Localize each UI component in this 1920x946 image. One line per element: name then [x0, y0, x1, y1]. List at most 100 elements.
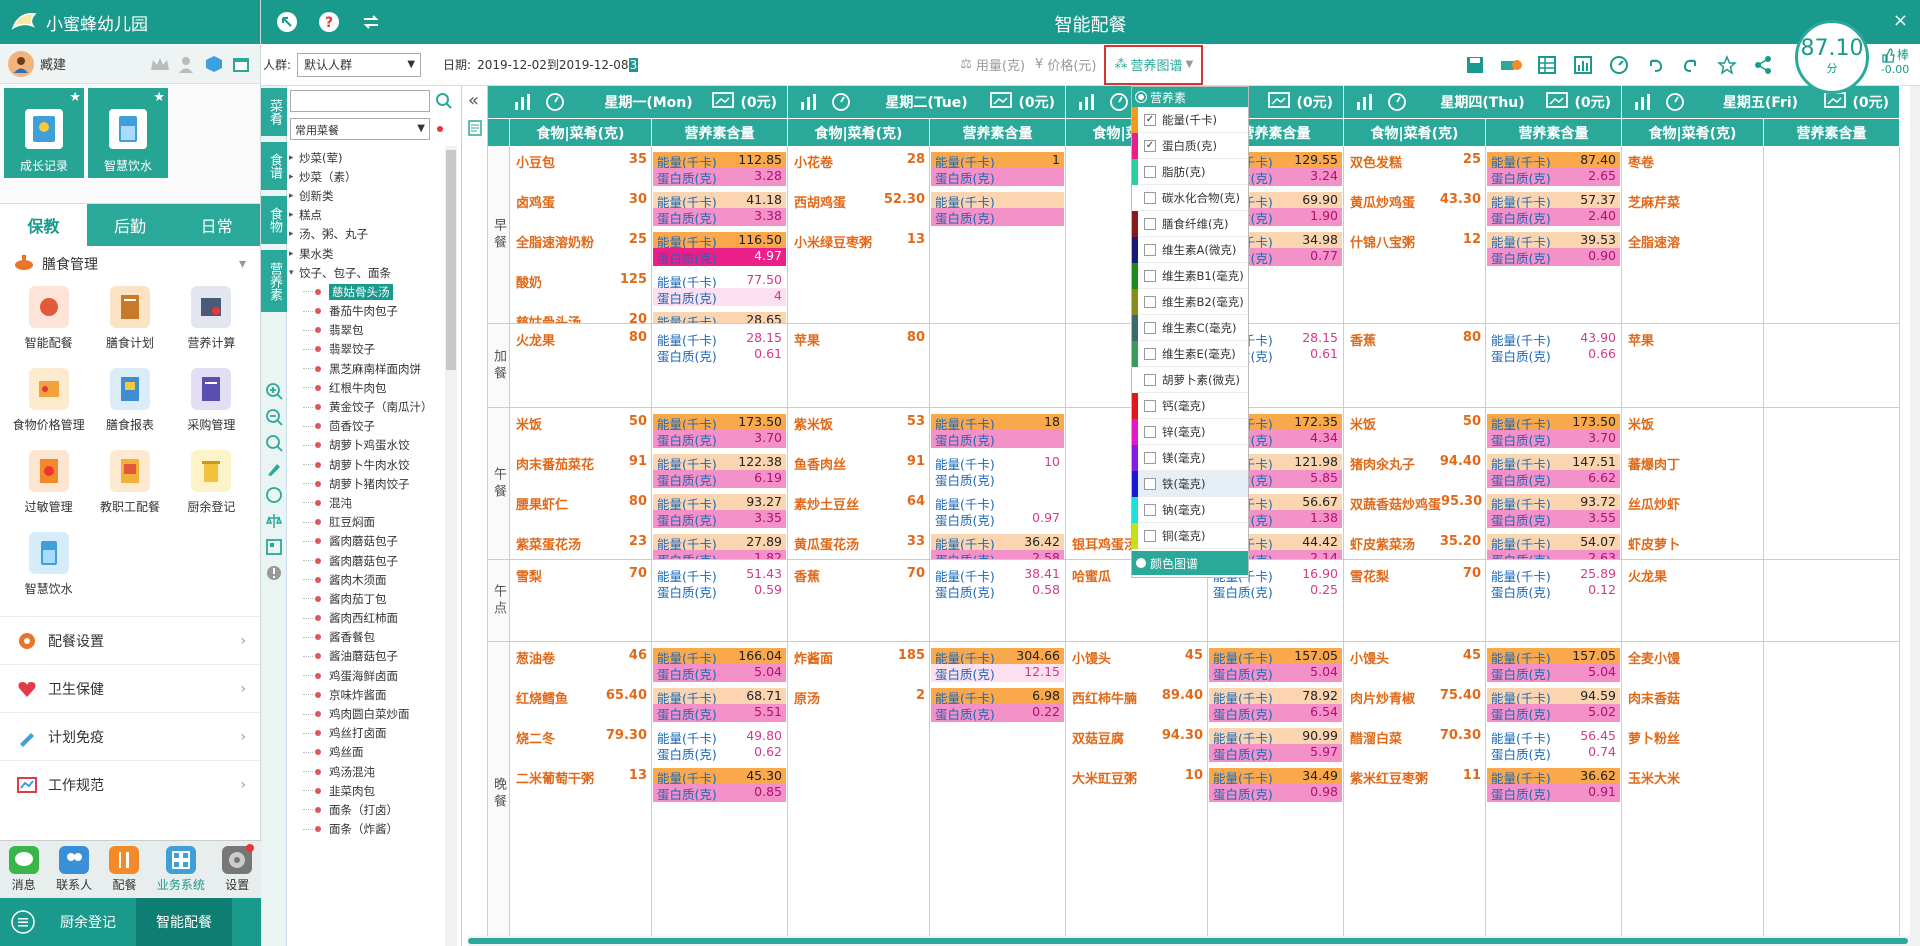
- food-item[interactable]: 米饭 50: [516, 414, 647, 433]
- food-cell[interactable]: 枣卷 芝麻芹菜 全脂速溶: [1622, 146, 1764, 324]
- food-item[interactable]: 全麦小馒: [1628, 648, 1759, 667]
- caret-right-icon[interactable]: ▸: [289, 249, 299, 259]
- dropdown-header[interactable]: 营养素: [1132, 87, 1248, 107]
- food-item[interactable]: 米饭 50: [1350, 414, 1481, 433]
- tree-leaf[interactable]: 酱油蘑菇包子: [289, 647, 441, 666]
- food-item[interactable]: 米饭: [1628, 414, 1759, 433]
- grid-horizontal-scrollbar[interactable]: [468, 936, 1910, 946]
- nutrient-option[interactable]: 铁(毫克): [1132, 471, 1248, 497]
- food-item[interactable]: 葱油卷 46: [516, 648, 647, 667]
- quick-tile-smart-water[interactable]: ★ 智慧饮水: [88, 88, 168, 178]
- caret-right-icon[interactable]: ▸: [289, 210, 299, 220]
- menu-icon[interactable]: [6, 905, 40, 939]
- tree-leaf[interactable]: 胡萝卜牛肉水饺: [289, 455, 441, 474]
- checkbox[interactable]: [1144, 295, 1156, 308]
- brush-icon[interactable]: [264, 459, 284, 479]
- layout-icon[interactable]: [264, 537, 284, 557]
- nutrition-chart-button[interactable]: ⁂ 营养图谱 ▼: [1104, 44, 1204, 85]
- color-chart-option[interactable]: 颜色图谱: [1132, 551, 1248, 575]
- tree-leaf[interactable]: 胡萝卜猪肉饺子: [289, 474, 441, 493]
- food-item[interactable]: 酸奶 125: [516, 272, 647, 291]
- nav-dishes[interactable]: 菜肴: [261, 88, 287, 136]
- food-cell[interactable]: 全麦小馒 肉末香菇 萝卜粉丝 玉米大米: [1622, 642, 1764, 946]
- food-item[interactable]: 原汤 2: [794, 688, 925, 707]
- dish-search-input[interactable]: [290, 90, 430, 112]
- food-item[interactable]: 苹果: [1628, 330, 1759, 349]
- status-tab-kitchen-waste[interactable]: 厨余登记: [40, 898, 136, 946]
- checkbox[interactable]: [1144, 425, 1156, 438]
- food-item[interactable]: 紫菜蛋花汤 23: [516, 534, 647, 553]
- food-cell[interactable]: 炸酱面 185 原汤 2: [788, 642, 930, 946]
- nutrient-option[interactable]: 维生素C(毫克): [1132, 315, 1248, 341]
- tree-leaf[interactable]: 胡萝卜鸡蛋水饺: [289, 436, 441, 455]
- tree-leaf[interactable]: 鸡丝面: [289, 743, 441, 762]
- avatar[interactable]: [8, 50, 34, 77]
- food-cell[interactable]: 苹果: [1622, 324, 1764, 408]
- tree-folder[interactable]: ▸ 果水类: [289, 244, 441, 263]
- food-item[interactable]: 猪肉氽丸子 94.40: [1350, 454, 1481, 473]
- menu-health-care[interactable]: 卫生保健 ›: [0, 664, 260, 712]
- food-cell[interactable]: 香蕉 70: [788, 560, 930, 642]
- score-side[interactable]: 棒 -0.00: [1872, 46, 1918, 84]
- tree-leaf[interactable]: 酱肉木须面: [289, 570, 441, 589]
- food-cell[interactable]: 苹果 80: [788, 324, 930, 408]
- food-item[interactable]: 红烧鳕鱼 65.40: [516, 688, 647, 707]
- food-cell[interactable]: 小花卷 28 西胡鸡蛋 52.30 小米绿豆枣粥 13: [788, 146, 930, 324]
- dock-messages[interactable]: 消息: [8, 846, 39, 893]
- nutrient-option[interactable]: 脂肪(克): [1132, 159, 1248, 185]
- food-item[interactable]: 黄瓜蛋花汤 33: [794, 534, 925, 553]
- food-item[interactable]: 小米绿豆枣粥 13: [794, 232, 925, 251]
- nutrient-option[interactable]: 钙(毫克): [1132, 393, 1248, 419]
- star-icon[interactable]: ★: [153, 90, 165, 105]
- nutrient-option[interactable]: 胡萝卜素(微克): [1132, 367, 1248, 393]
- checkbox[interactable]: [1144, 217, 1156, 230]
- tree-leaf[interactable]: 面条（炸酱）: [289, 820, 441, 839]
- tree-leaf[interactable]: 鸡蛋海鲜卤面: [289, 666, 441, 685]
- food-cell[interactable]: 米饭 50 肉末番茄菜花 91 腰果虾仁 80 紫菜蛋花汤 23: [510, 408, 652, 560]
- crown-icon[interactable]: [149, 53, 171, 75]
- food-item[interactable]: 苹果 80: [794, 330, 925, 349]
- food-item[interactable]: 虾皮紫菜汤 35.20: [1350, 534, 1481, 553]
- nutrient-option[interactable]: 维生素B2(毫克): [1132, 289, 1248, 315]
- app-kitchen-waste[interactable]: 厨余登记: [171, 450, 252, 526]
- balance-icon[interactable]: [264, 511, 284, 531]
- checkbox[interactable]: [1144, 451, 1156, 464]
- food-item[interactable]: 素炒土豆丝 64: [794, 494, 925, 513]
- gauge-icon[interactable]: [1608, 54, 1630, 76]
- tree-leaf[interactable]: 鸡丝打卤面: [289, 724, 441, 743]
- food-cell[interactable]: 雪梨 70: [510, 560, 652, 642]
- food-item[interactable]: 鱼香肉丝 91: [794, 454, 925, 473]
- food-item[interactable]: 蕃爆肉丁: [1628, 454, 1759, 473]
- food-item[interactable]: 腰果虾仁 80: [516, 494, 647, 513]
- calendar-icon[interactable]: [230, 53, 252, 75]
- food-item[interactable]: 醋溜白菜 70.30: [1350, 728, 1481, 747]
- food-item[interactable]: 双菇豆腐 94.30: [1072, 728, 1203, 747]
- checkbox[interactable]: ✓: [1144, 113, 1156, 126]
- food-item[interactable]: 黄瓜炒鸡蛋 43.30: [1350, 192, 1481, 211]
- checkbox[interactable]: [1144, 269, 1156, 282]
- quick-tile-growth-record[interactable]: ★ 成长记录: [4, 88, 84, 178]
- app-food-price[interactable]: 食物价格管理: [8, 368, 89, 444]
- dock-contacts[interactable]: 联系人: [56, 846, 92, 893]
- close-icon[interactable]: ×: [1893, 10, 1908, 31]
- nav-recipes[interactable]: 食谱: [261, 142, 287, 190]
- checkbox[interactable]: [1144, 165, 1156, 178]
- info-icon[interactable]: [264, 563, 284, 583]
- nutrient-option[interactable]: ✓ 蛋白质(克): [1132, 133, 1248, 159]
- score-badge[interactable]: 87.10 分: [1795, 20, 1869, 94]
- tree-leaf[interactable]: 黄金饺子（南瓜汁）: [289, 397, 441, 416]
- tree-leaf[interactable]: 翡翠饺子: [289, 340, 441, 359]
- food-item[interactable]: 肉末番茄菜花 91: [516, 454, 647, 473]
- food-item[interactable]: 大米豇豆粥 10: [1072, 768, 1203, 787]
- food-item[interactable]: 慈姑骨头汤 20: [516, 312, 647, 323]
- tree-leaf[interactable]: 黑芝麻南样面肉饼: [289, 359, 441, 378]
- image-icon[interactable]: [712, 91, 735, 113]
- food-item[interactable]: 火龙果 80: [516, 330, 647, 349]
- nav-food[interactable]: 食物: [261, 196, 287, 244]
- food-cell[interactable]: 香蕉 80: [1344, 324, 1486, 408]
- nutrient-option[interactable]: 维生素B1(毫克): [1132, 263, 1248, 289]
- tab-houqin[interactable]: 后勤: [87, 204, 174, 246]
- user-settings-icon[interactable]: [176, 53, 198, 75]
- redo-icon[interactable]: [1680, 54, 1702, 76]
- zoom-in-icon[interactable]: [264, 381, 284, 401]
